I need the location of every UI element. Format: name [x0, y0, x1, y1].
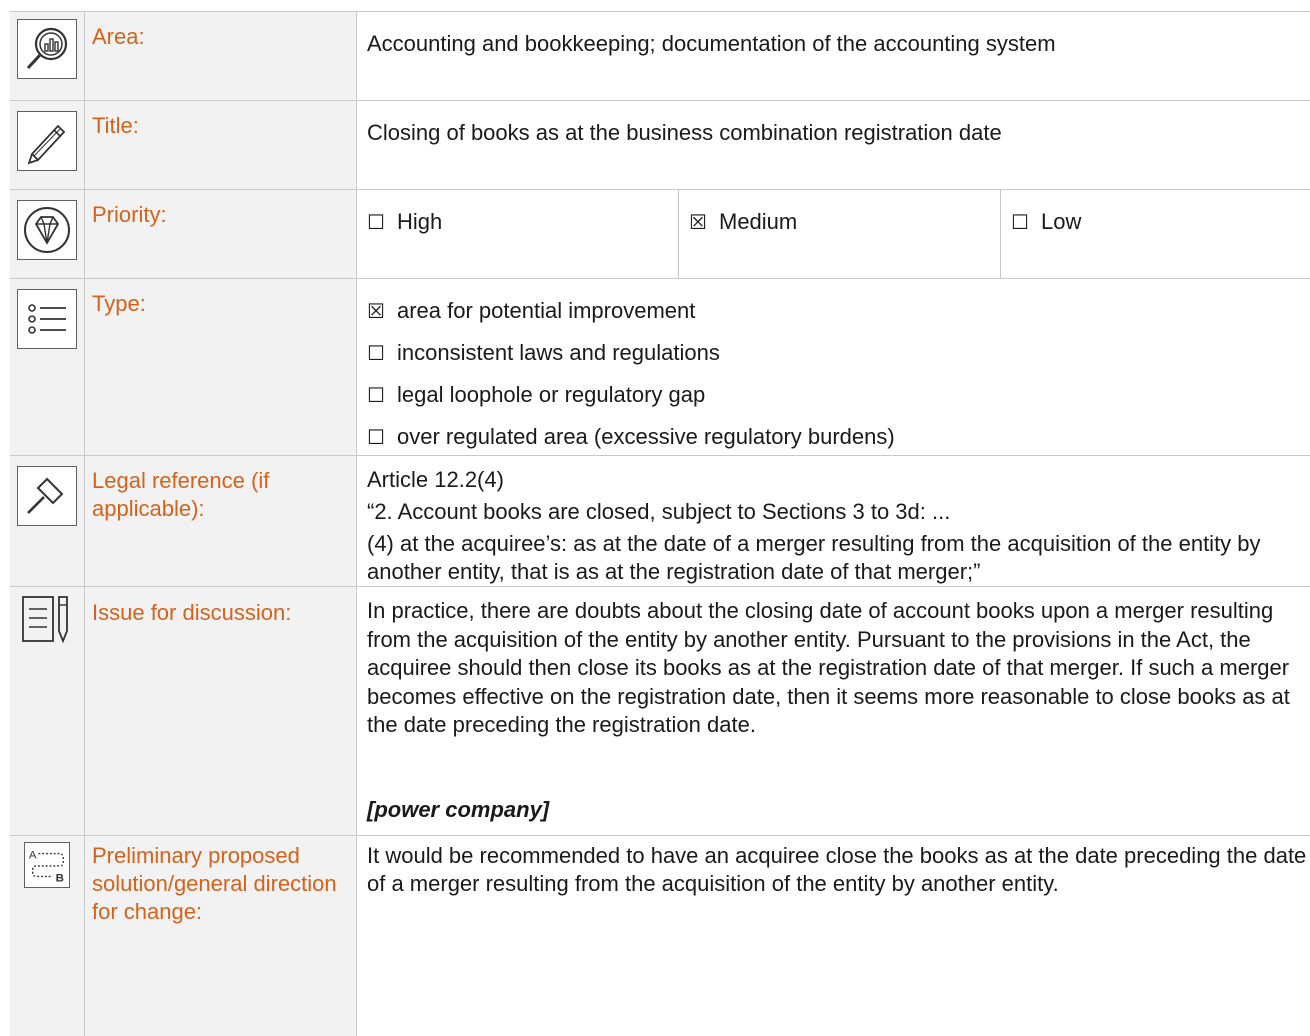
pencil-icon [17, 111, 77, 171]
list-icon [17, 289, 77, 349]
type-label: Type: [92, 291, 146, 316]
priority-high-cell[interactable]: ☐ High [357, 190, 679, 278]
priority-medium-checkbox[interactable]: ☒ [689, 209, 719, 237]
issue-form-table: Area: Accounting and bookkeeping; docume… [10, 11, 1310, 1036]
area-value: Accounting and bookkeeping; documentatio… [367, 31, 1056, 56]
type-option[interactable]: ☒ area for potential improvement [367, 297, 695, 326]
row-issue: Issue for discussion: In practice, there… [10, 586, 1310, 835]
priority-medium-text: Medium [719, 209, 798, 234]
legal-article: Article 12.2(4) [367, 467, 504, 492]
issue-source: [power company] [367, 797, 550, 822]
document-pen-icon [17, 591, 77, 651]
type-option[interactable]: ☐ inconsistent laws and regulations [367, 339, 720, 368]
priority-low-checkbox[interactable]: ☐ [1011, 209, 1041, 237]
svg-text:A: A [29, 849, 37, 861]
svg-text:B: B [56, 872, 64, 884]
area-label: Area: [92, 24, 145, 49]
row-solution: A B Preliminary proposed solution/genera… [10, 835, 1310, 1036]
gavel-icon [17, 466, 77, 526]
type-option[interactable]: ☐ legal loophole or regulatory gap [367, 381, 705, 410]
legal-quote-intro: “2. Account books are closed, subject to… [367, 499, 951, 524]
priority-high-checkbox[interactable]: ☐ [367, 209, 397, 237]
priority-label: Priority: [92, 202, 167, 227]
type-checkbox[interactable]: ☐ [367, 424, 397, 452]
priority-low-cell[interactable]: ☐ Low [1001, 190, 1310, 278]
solution-body: It would be recommended to have an acqui… [367, 843, 1307, 896]
priority-medium-cell[interactable]: ☒ Medium [679, 190, 1001, 278]
priority-low-text: Low [1041, 209, 1082, 234]
row-title: Title: Closing of books as at the busine… [10, 100, 1310, 189]
magnifier-chart-icon [17, 19, 77, 79]
issue-label: Issue for discussion: [92, 600, 292, 625]
row-type: Type: ☒ area for potential improvement ☐ i… [10, 278, 1310, 455]
type-checkbox[interactable]: ☐ [367, 340, 397, 368]
route-a-b-icon: A B [24, 842, 70, 888]
row-area: Area: Accounting and bookkeeping; docume… [10, 11, 1310, 100]
title-label: Title: [92, 113, 139, 138]
solution-label: Preliminary proposed solution/general di… [92, 843, 337, 924]
title-value: Closing of books as at the business comb… [367, 120, 1002, 145]
type-option[interactable]: ☐ over regulated area (excessive regulato… [367, 423, 895, 452]
priority-high-text: High [397, 209, 443, 234]
type-checkbox[interactable]: ☐ [367, 382, 397, 410]
issue-body: In practice, there are doubts about the … [367, 598, 1290, 737]
legal-reference-label: Legal reference (if applicable): [92, 468, 270, 521]
row-legal-reference: Legal reference (if applicable): Article… [10, 455, 1310, 586]
diamond-icon [17, 200, 77, 260]
type-checkbox[interactable]: ☒ [367, 298, 397, 326]
row-priority: Priority: ☐ High ☒ Medium ☐ Low [10, 189, 1310, 278]
legal-quote-item: (4) at the acquiree’s: as at the date of… [367, 531, 1261, 584]
